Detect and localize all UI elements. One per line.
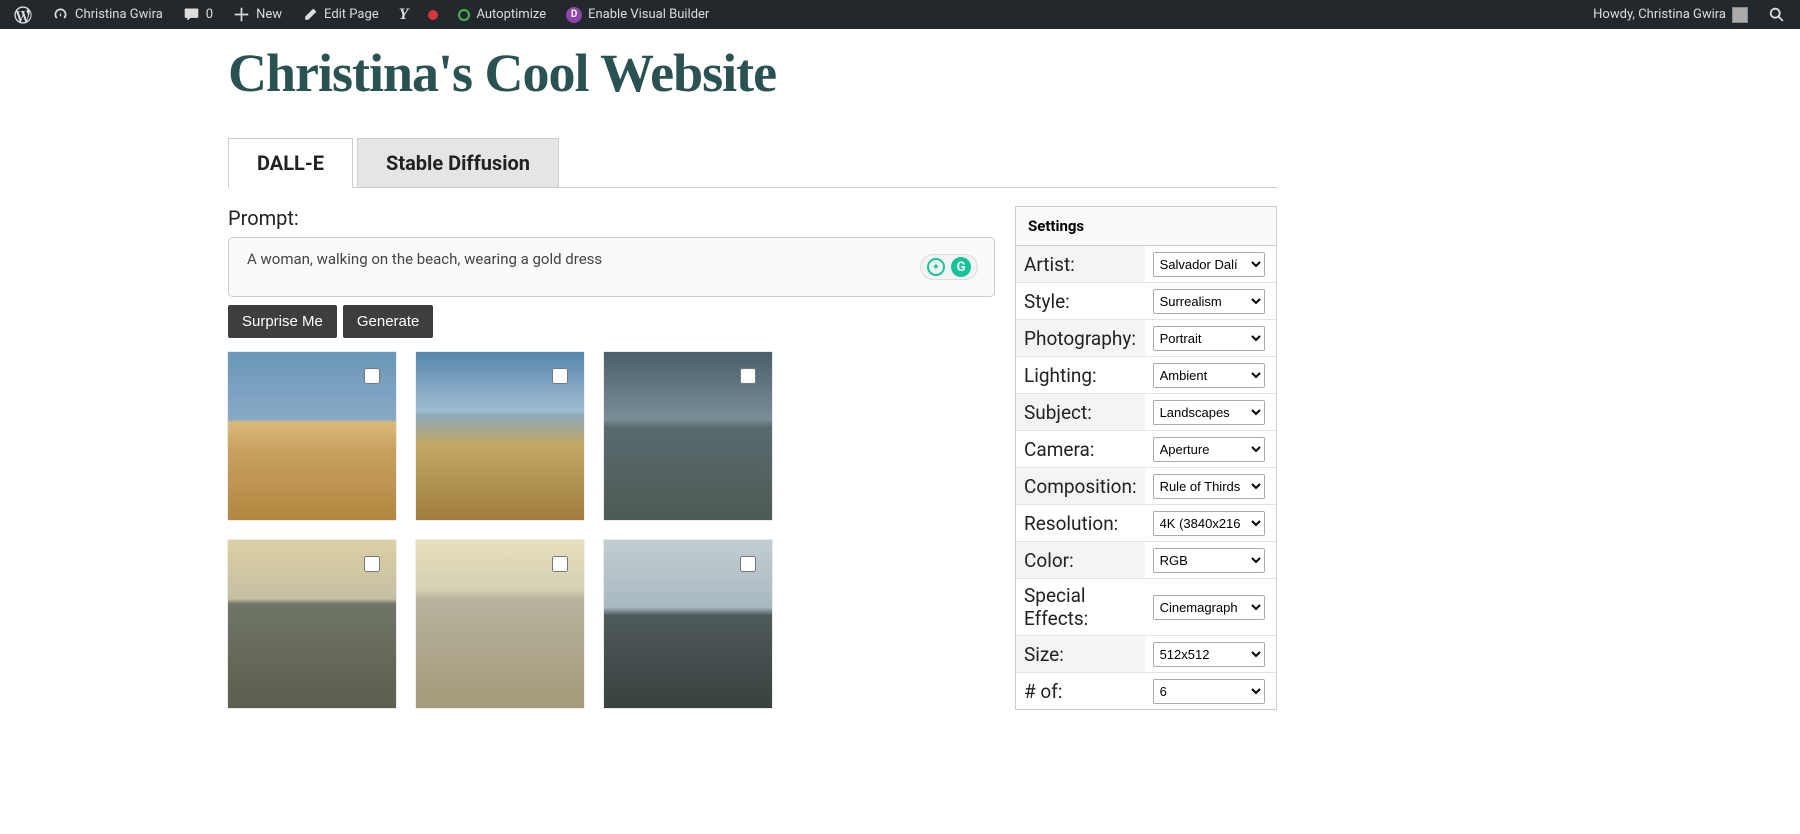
result-image-2[interactable] bbox=[416, 352, 584, 520]
wp-logo[interactable] bbox=[4, 0, 42, 29]
settings-select-photography[interactable]: Portrait bbox=[1153, 326, 1265, 351]
avatar-icon bbox=[1732, 7, 1748, 23]
surprise-me-button[interactable]: Surprise Me bbox=[228, 305, 337, 338]
new-text: New bbox=[256, 7, 282, 22]
result-image-3[interactable] bbox=[604, 352, 772, 520]
settings-panel: Settings Artist: Salvador Dalí Style: Surre… bbox=[1015, 206, 1277, 710]
result-image-6[interactable] bbox=[604, 540, 772, 708]
search-icon bbox=[1768, 6, 1786, 24]
settings-row: Composition: Rule of Thirds bbox=[1016, 468, 1276, 505]
suggest-icon[interactable]: ✦ bbox=[927, 258, 945, 276]
settings-select-lighting[interactable]: Ambient bbox=[1153, 363, 1265, 388]
search-item[interactable] bbox=[1758, 0, 1796, 29]
settings-select-subject[interactable]: Landscapes bbox=[1153, 400, 1265, 425]
wp-admin-bar: Christina Gwira 0 New Edit Page Y bbox=[0, 0, 1800, 29]
settings-label: # of: bbox=[1016, 673, 1145, 710]
generate-button[interactable]: Generate bbox=[343, 305, 434, 338]
settings-select-special-effects[interactable]: Cinemagraph bbox=[1153, 595, 1265, 620]
select-image-checkbox[interactable] bbox=[364, 556, 380, 572]
edit-page-text: Edit Page bbox=[324, 7, 379, 22]
pencil-icon bbox=[302, 7, 318, 23]
settings-select--of[interactable]: 6 bbox=[1153, 679, 1265, 704]
settings-select-color[interactable]: RGB bbox=[1153, 548, 1265, 573]
settings-label: Style: bbox=[1016, 283, 1145, 320]
settings-label: Artist: bbox=[1016, 246, 1145, 283]
settings-label: Size: bbox=[1016, 636, 1145, 673]
settings-label: Color: bbox=[1016, 542, 1145, 579]
select-image-checkbox[interactable] bbox=[552, 368, 568, 384]
yoast-item[interactable]: Y bbox=[389, 0, 419, 29]
tab-stable-diffusion[interactable]: Stable Diffusion bbox=[357, 138, 559, 188]
edit-page-item[interactable]: Edit Page bbox=[292, 0, 389, 29]
site-name-text: Christina Gwira bbox=[75, 7, 163, 22]
settings-row: Subject: Landscapes bbox=[1016, 394, 1276, 431]
wordpress-icon bbox=[14, 6, 32, 24]
settings-row: Size: 512x512 bbox=[1016, 636, 1276, 673]
comments-count: 0 bbox=[206, 7, 213, 22]
settings-label: Camera: bbox=[1016, 431, 1145, 468]
settings-row: Color: RGB bbox=[1016, 542, 1276, 579]
settings-label: Subject: bbox=[1016, 394, 1145, 431]
settings-table: Artist: Salvador Dalí Style: Surrealism Phot… bbox=[1016, 246, 1276, 709]
tab-dall-e[interactable]: DALL-E bbox=[228, 138, 353, 188]
divi-icon: D bbox=[566, 7, 582, 23]
settings-select-composition[interactable]: Rule of Thirds bbox=[1153, 474, 1265, 499]
settings-select-camera[interactable]: Aperture bbox=[1153, 437, 1265, 462]
settings-row: Resolution: 4K (3840x216 bbox=[1016, 505, 1276, 542]
settings-row: Special Effects: Cinemagraph bbox=[1016, 579, 1276, 636]
yoast-icon: Y bbox=[399, 6, 409, 24]
settings-select-artist[interactable]: Salvador Dalí bbox=[1153, 252, 1265, 277]
settings-label: Resolution: bbox=[1016, 505, 1145, 542]
visual-builder-text: Enable Visual Builder bbox=[588, 7, 709, 22]
settings-row: Style: Surrealism bbox=[1016, 283, 1276, 320]
autoptimize-icon bbox=[458, 9, 470, 21]
select-image-checkbox[interactable] bbox=[552, 556, 568, 572]
howdy-item[interactable]: Howdy, Christina Gwira bbox=[1583, 0, 1758, 29]
settings-label: Special Effects: bbox=[1016, 579, 1145, 636]
divi-item[interactable]: D Enable Visual Builder bbox=[556, 0, 719, 29]
tabs: DALL-EStable Diffusion bbox=[228, 138, 1277, 188]
autoptimize-text: Autoptimize bbox=[476, 7, 546, 22]
comments-item[interactable]: 0 bbox=[173, 0, 223, 29]
image-results-grid bbox=[228, 352, 995, 708]
settings-label: Composition: bbox=[1016, 468, 1145, 505]
settings-row: Lighting: Ambient bbox=[1016, 357, 1276, 394]
settings-select-resolution[interactable]: 4K (3840x216 bbox=[1153, 511, 1265, 536]
result-image-5[interactable] bbox=[416, 540, 584, 708]
new-item[interactable]: New bbox=[223, 0, 292, 29]
prompt-label: Prompt: bbox=[228, 206, 995, 230]
settings-row: Camera: Aperture bbox=[1016, 431, 1276, 468]
plus-icon bbox=[233, 6, 250, 23]
prompt-text: A woman, walking on the beach, wearing a… bbox=[247, 250, 602, 268]
result-image-4[interactable] bbox=[228, 540, 396, 708]
howdy-text: Howdy, Christina Gwira bbox=[1593, 7, 1726, 22]
record-item[interactable] bbox=[418, 0, 448, 29]
settings-row: Photography: Portrait bbox=[1016, 320, 1276, 357]
result-image-1[interactable] bbox=[228, 352, 396, 520]
record-icon bbox=[428, 10, 438, 20]
autoptimize-item[interactable]: Autoptimize bbox=[448, 0, 556, 29]
site-title: Christina's Cool Website bbox=[228, 44, 1277, 103]
settings-row: Artist: Salvador Dalí bbox=[1016, 246, 1276, 283]
settings-row: # of: 6 bbox=[1016, 673, 1276, 710]
settings-header: Settings bbox=[1016, 207, 1276, 246]
prompt-input[interactable]: A woman, walking on the beach, wearing a… bbox=[228, 237, 995, 297]
settings-label: Lighting: bbox=[1016, 357, 1145, 394]
dashboard-icon bbox=[52, 6, 69, 23]
select-image-checkbox[interactable] bbox=[740, 368, 756, 384]
comment-icon bbox=[183, 6, 200, 23]
site-name-item[interactable]: Christina Gwira bbox=[42, 0, 173, 29]
select-image-checkbox[interactable] bbox=[740, 556, 756, 572]
grammarly-icon[interactable]: G bbox=[951, 257, 971, 277]
select-image-checkbox[interactable] bbox=[364, 368, 380, 384]
settings-select-size[interactable]: 512x512 bbox=[1153, 642, 1265, 667]
settings-label: Photography: bbox=[1016, 320, 1145, 357]
settings-select-style[interactable]: Surrealism bbox=[1153, 289, 1265, 314]
